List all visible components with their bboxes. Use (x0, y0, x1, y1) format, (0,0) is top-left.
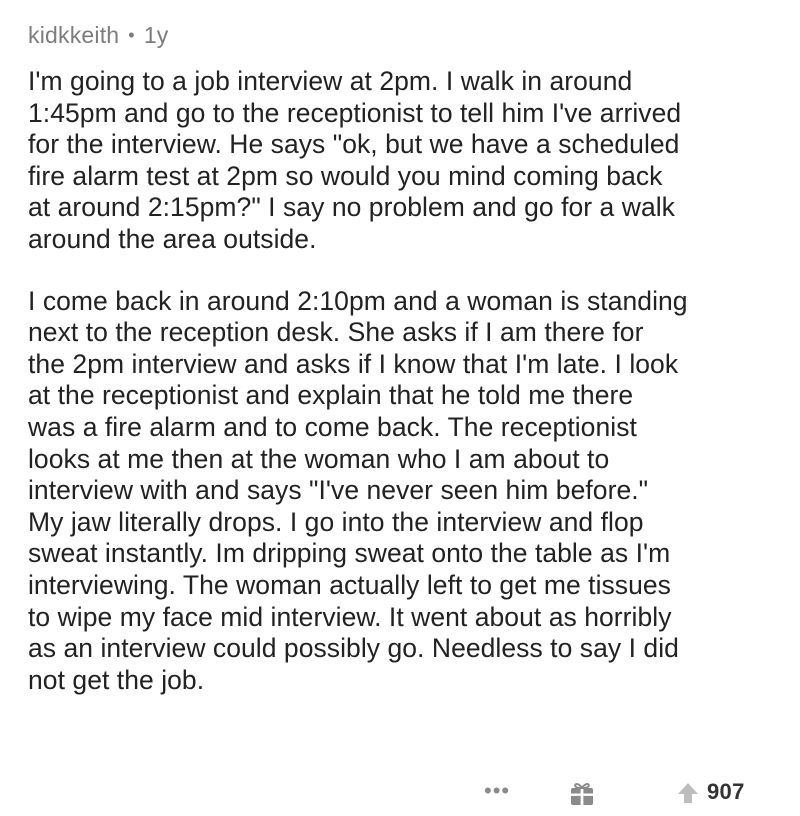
comment-line: sweat instantly. Im dripping sweat onto … (28, 538, 671, 569)
comment-line: My jaw literally drops. I go into the in… (28, 506, 644, 537)
comment-paragraph-2: I come back in around 2:10pm and a woman… (28, 286, 788, 697)
comment-actions: ••• 907 (0, 775, 800, 815)
comment-line: for the interview. He says "ok, but we h… (28, 129, 680, 160)
comment-line: next to the reception desk. She asks if … (28, 317, 644, 348)
comment-line: I'm going to a job interview at 2pm. I w… (28, 66, 633, 96)
comment-line: looks at me then at the woman who I am a… (28, 443, 610, 474)
meta-separator: • (128, 24, 135, 45)
comment: kidkkeith • 1y I'm going to a job interv… (28, 18, 788, 696)
upvote-arrow-icon[interactable] (676, 781, 700, 805)
comment-line: was a fire alarm and to come back. The r… (28, 411, 637, 442)
comment-line: to wipe my face mid interview. It went a… (28, 601, 672, 632)
comment-line: not get the job. (28, 664, 205, 695)
more-options-button[interactable]: ••• (484, 780, 510, 802)
author-username[interactable]: kidkkeith (28, 22, 119, 49)
comment-meta: kidkkeith • 1y (28, 18, 788, 52)
comment-body: I'm going to a job interview at 2pm. I w… (28, 66, 788, 696)
vote-score: 907 (707, 779, 745, 804)
comment-line: 1:45pm and go to the receptionist to tel… (28, 97, 682, 128)
comment-line: interviewing. The woman actually left to… (28, 569, 671, 600)
comment-line: interview with and says "I've never seen… (28, 475, 649, 506)
comment-line: fire alarm test at 2pm so would you mind… (28, 160, 663, 191)
comment-line: at the receptionist and explain that he … (28, 380, 634, 411)
comment-paragraph-1: I'm going to a job interview at 2pm. I w… (28, 66, 788, 256)
comment-line: I come back in around 2:10pm and a woman… (28, 285, 688, 316)
comment-line: the 2pm interview and asks if I know tha… (28, 348, 679, 379)
comment-line: as an interview could possibly go. Needl… (28, 633, 679, 664)
comment-age: 1y (143, 21, 169, 48)
gift-icon[interactable] (568, 779, 596, 807)
comment-line: at around 2:15pm?" I say no problem and … (28, 192, 675, 223)
comment-line: around the area outside. (28, 223, 317, 254)
